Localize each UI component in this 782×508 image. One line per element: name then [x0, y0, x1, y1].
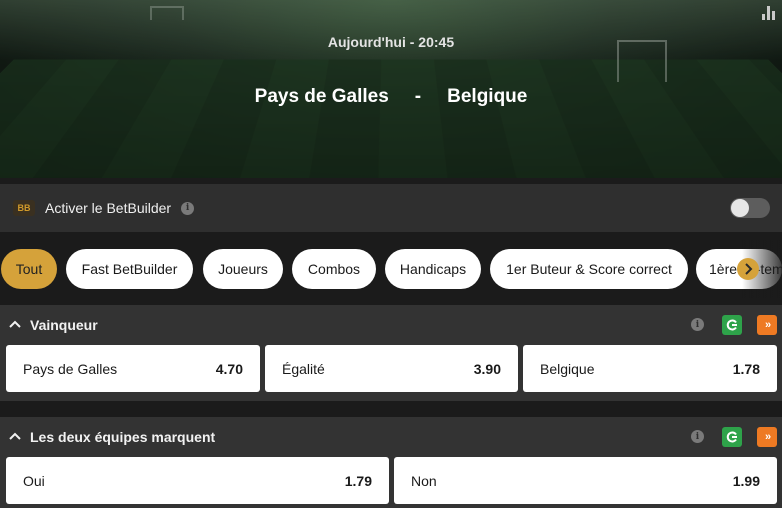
outcome-odds: 1.99 — [732, 472, 760, 489]
outcome-odds: 3.90 — [473, 360, 501, 377]
market-title: Les deux équipes marquent — [30, 429, 216, 445]
bar-chart-icon[interactable] — [762, 6, 776, 20]
odds-button-pays-de-galles[interactable]: Pays de Galles 4.70 — [6, 345, 260, 392]
market-les-deux-equipes-marquent: Les deux équipes marquent i » Oui 1.79 N… — [0, 417, 782, 508]
market-header[interactable]: Vainqueur i » — [0, 305, 782, 345]
filter-chip-premier-buteur[interactable]: 1er Buteur & Score correct — [490, 249, 688, 289]
filter-chip-fast-betbuilder[interactable]: Fast BetBuilder — [66, 249, 193, 289]
outcome-label: Non — [411, 472, 437, 489]
match-page: Aujourd'hui - 20:45 Pays de Galles - Bel… — [0, 0, 782, 508]
odds-button-non[interactable]: Non 1.99 — [394, 457, 777, 504]
filter-chip-handicaps[interactable]: Handicaps — [385, 249, 481, 289]
betbuilder-bar: BB Activer le BetBuilder i — [0, 184, 782, 232]
outcome-label: Belgique — [540, 360, 595, 377]
chevron-right-icon[interactable] — [737, 258, 759, 280]
chevron-up-icon[interactable] — [9, 432, 21, 440]
odds-button-oui[interactable]: Oui 1.79 — [6, 457, 389, 504]
cashout-icon[interactable] — [722, 315, 742, 335]
outcome-label: Égalité — [282, 360, 325, 377]
market-title: Vainqueur — [30, 317, 98, 333]
fast-forward-icon[interactable]: » — [757, 427, 777, 447]
info-icon[interactable]: i — [691, 430, 704, 443]
cashout-icon[interactable] — [722, 427, 742, 447]
market-vainqueur: Vainqueur i » Pays de Galles 4.70 Égalit… — [0, 305, 782, 401]
home-team-name: Pays de Galles — [254, 86, 389, 107]
betbuilder-toggle[interactable] — [730, 198, 770, 218]
outcome-label: Pays de Galles — [23, 360, 118, 377]
away-team-name: Belgique — [447, 86, 528, 107]
match-hero-banner: Aujourd'hui - 20:45 Pays de Galles - Bel… — [0, 0, 782, 178]
odds-button-belgique[interactable]: Belgique 1.78 — [523, 345, 777, 392]
filter-chip-joueurs[interactable]: Joueurs — [203, 249, 283, 289]
outcome-odds: 1.78 — [732, 360, 760, 377]
betbuilder-label: Activer le BetBuilder — [45, 200, 172, 216]
filter-chip-combos[interactable]: Combos — [292, 249, 376, 289]
betbuilder-badge-icon: BB — [13, 200, 35, 216]
filter-chip-tout[interactable]: Tout — [1, 249, 57, 289]
match-teams: Pays de Galles - Belgique — [0, 86, 782, 108]
info-icon[interactable]: i — [691, 318, 704, 331]
outcome-odds: 1.79 — [344, 472, 372, 489]
chevron-up-icon[interactable] — [9, 320, 21, 328]
odds-button-egalite[interactable]: Égalité 3.90 — [265, 345, 518, 392]
teams-separator: - — [414, 86, 422, 107]
toggle-knob — [731, 199, 749, 217]
outcome-label: Oui — [23, 472, 45, 489]
market-header[interactable]: Les deux équipes marquent i » — [0, 417, 782, 457]
fast-forward-icon[interactable]: » — [757, 315, 777, 335]
match-time: Aujourd'hui - 20:45 — [327, 34, 455, 50]
market-filter-bar: Tout Fast BetBuilder Joueurs Combos Hand… — [0, 240, 782, 298]
outcome-odds: 4.70 — [215, 360, 243, 377]
info-icon[interactable]: i — [181, 201, 195, 215]
